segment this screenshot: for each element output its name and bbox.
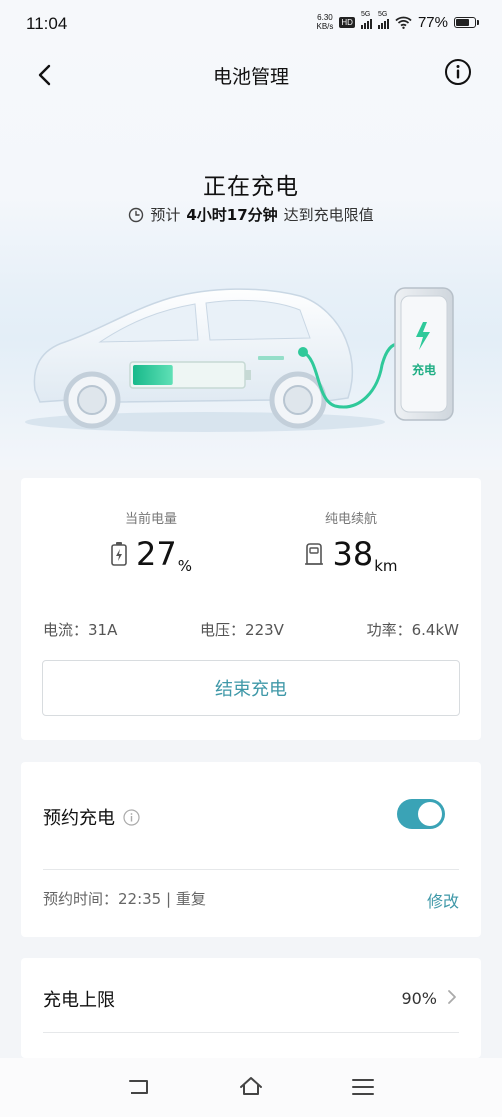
- charger-label: 充电: [412, 362, 436, 377]
- charging-estimate: 预计 4小时17分钟 达到充电限值: [0, 204, 502, 225]
- nav-home-icon[interactable]: [237, 1074, 265, 1100]
- charging-status-title: 正在充电: [203, 174, 299, 200]
- network-speed-value: 6.30: [317, 13, 333, 22]
- title-bar: 电池管理: [0, 50, 502, 98]
- chevron-right-icon: [448, 990, 456, 1004]
- network-speed: 6.30 KB/s: [317, 13, 334, 31]
- charge-limit-card: 充电上限 90%: [21, 958, 481, 1058]
- power-reading: 功率：6.4kW: [366, 621, 459, 639]
- clock-icon: [129, 207, 144, 222]
- sim1-label: 5G: [360, 11, 371, 18]
- charging-stats-card: 当前电量 27% 纯电续航 38km 电流：31A 电压：223V 功率：6.4…: [21, 478, 481, 740]
- voltage-reading: 电压：223V: [200, 621, 284, 639]
- divider: [43, 1032, 459, 1033]
- scheduled-time: 预约时间：22:35 | 重复: [43, 890, 206, 908]
- range-label: 纯电续航: [324, 512, 377, 527]
- current-charge-stat: 当前电量 27%: [51, 508, 251, 575]
- nav-menu-icon[interactable]: [349, 1074, 377, 1100]
- page-title: 电池管理: [212, 66, 289, 88]
- divider: [43, 869, 459, 870]
- battery-level: [456, 18, 470, 26]
- stop-charging-button[interactable]: 结束充电: [42, 660, 460, 716]
- charge-label: 当前电量: [124, 512, 177, 527]
- toggle-knob: [418, 802, 442, 826]
- current-reading: 电流：31A: [43, 621, 118, 639]
- charge-limit-value: 90%: [401, 989, 437, 1008]
- range-unit: km: [374, 557, 398, 575]
- charging-metrics: 电流：31A 电压：223V 功率：6.4kW: [43, 619, 459, 640]
- charging-car-illustration: 充电: [25, 287, 454, 432]
- charge-unit: %: [177, 557, 192, 575]
- status-time: 11:04: [26, 14, 68, 33]
- edit-schedule-link[interactable]: 修改: [427, 888, 459, 912]
- scheduled-charging-title-row: 预约充电: [43, 804, 140, 830]
- hd-badge: HD: [339, 16, 355, 28]
- charge-limit-row[interactable]: 充电上限 90%: [21, 958, 481, 1036]
- battery-percent: 77%: [417, 13, 448, 31]
- scheduled-charging-title: 预约充电: [43, 808, 115, 829]
- status-bar: 11:04 6.30 KB/s HD 5G 5G 77%: [0, 0, 502, 50]
- signal-icon-sim2: 5G: [377, 11, 389, 29]
- network-speed-unit: KB/s: [316, 22, 334, 31]
- info-circle-icon[interactable]: [444, 58, 472, 86]
- battery-icon: [454, 16, 479, 28]
- info-icon[interactable]: [123, 808, 140, 826]
- estimate-prefix: 预计: [150, 206, 181, 224]
- fuel-pump-icon: [305, 543, 324, 565]
- scheduled-charging-card: 预约充电 预约时间：22:35 | 重复 修改: [21, 762, 481, 937]
- charge-value: 27: [136, 535, 177, 573]
- signal-icon-sim1: 5G: [360, 11, 372, 29]
- estimate-suffix: 达到充电限值: [283, 206, 374, 224]
- range-value: 38: [332, 535, 374, 573]
- status-indicators: 6.30 KB/s HD 5G 5G 77%: [317, 11, 479, 31]
- sim2-label: 5G: [377, 11, 388, 18]
- charge-limit-title: 充电上限: [43, 990, 115, 1011]
- nav-back-icon[interactable]: [125, 1074, 153, 1100]
- system-navigation-bar: [0, 1058, 502, 1117]
- battery-charge-icon: [111, 542, 127, 566]
- estimate-duration: 4小时17分钟: [186, 206, 278, 224]
- battery-pack-fill: [133, 365, 173, 385]
- electric-range-stat: 纯电续航 38km: [251, 508, 451, 575]
- scheduled-charging-toggle[interactable]: [397, 799, 445, 829]
- wifi-icon: [395, 16, 412, 29]
